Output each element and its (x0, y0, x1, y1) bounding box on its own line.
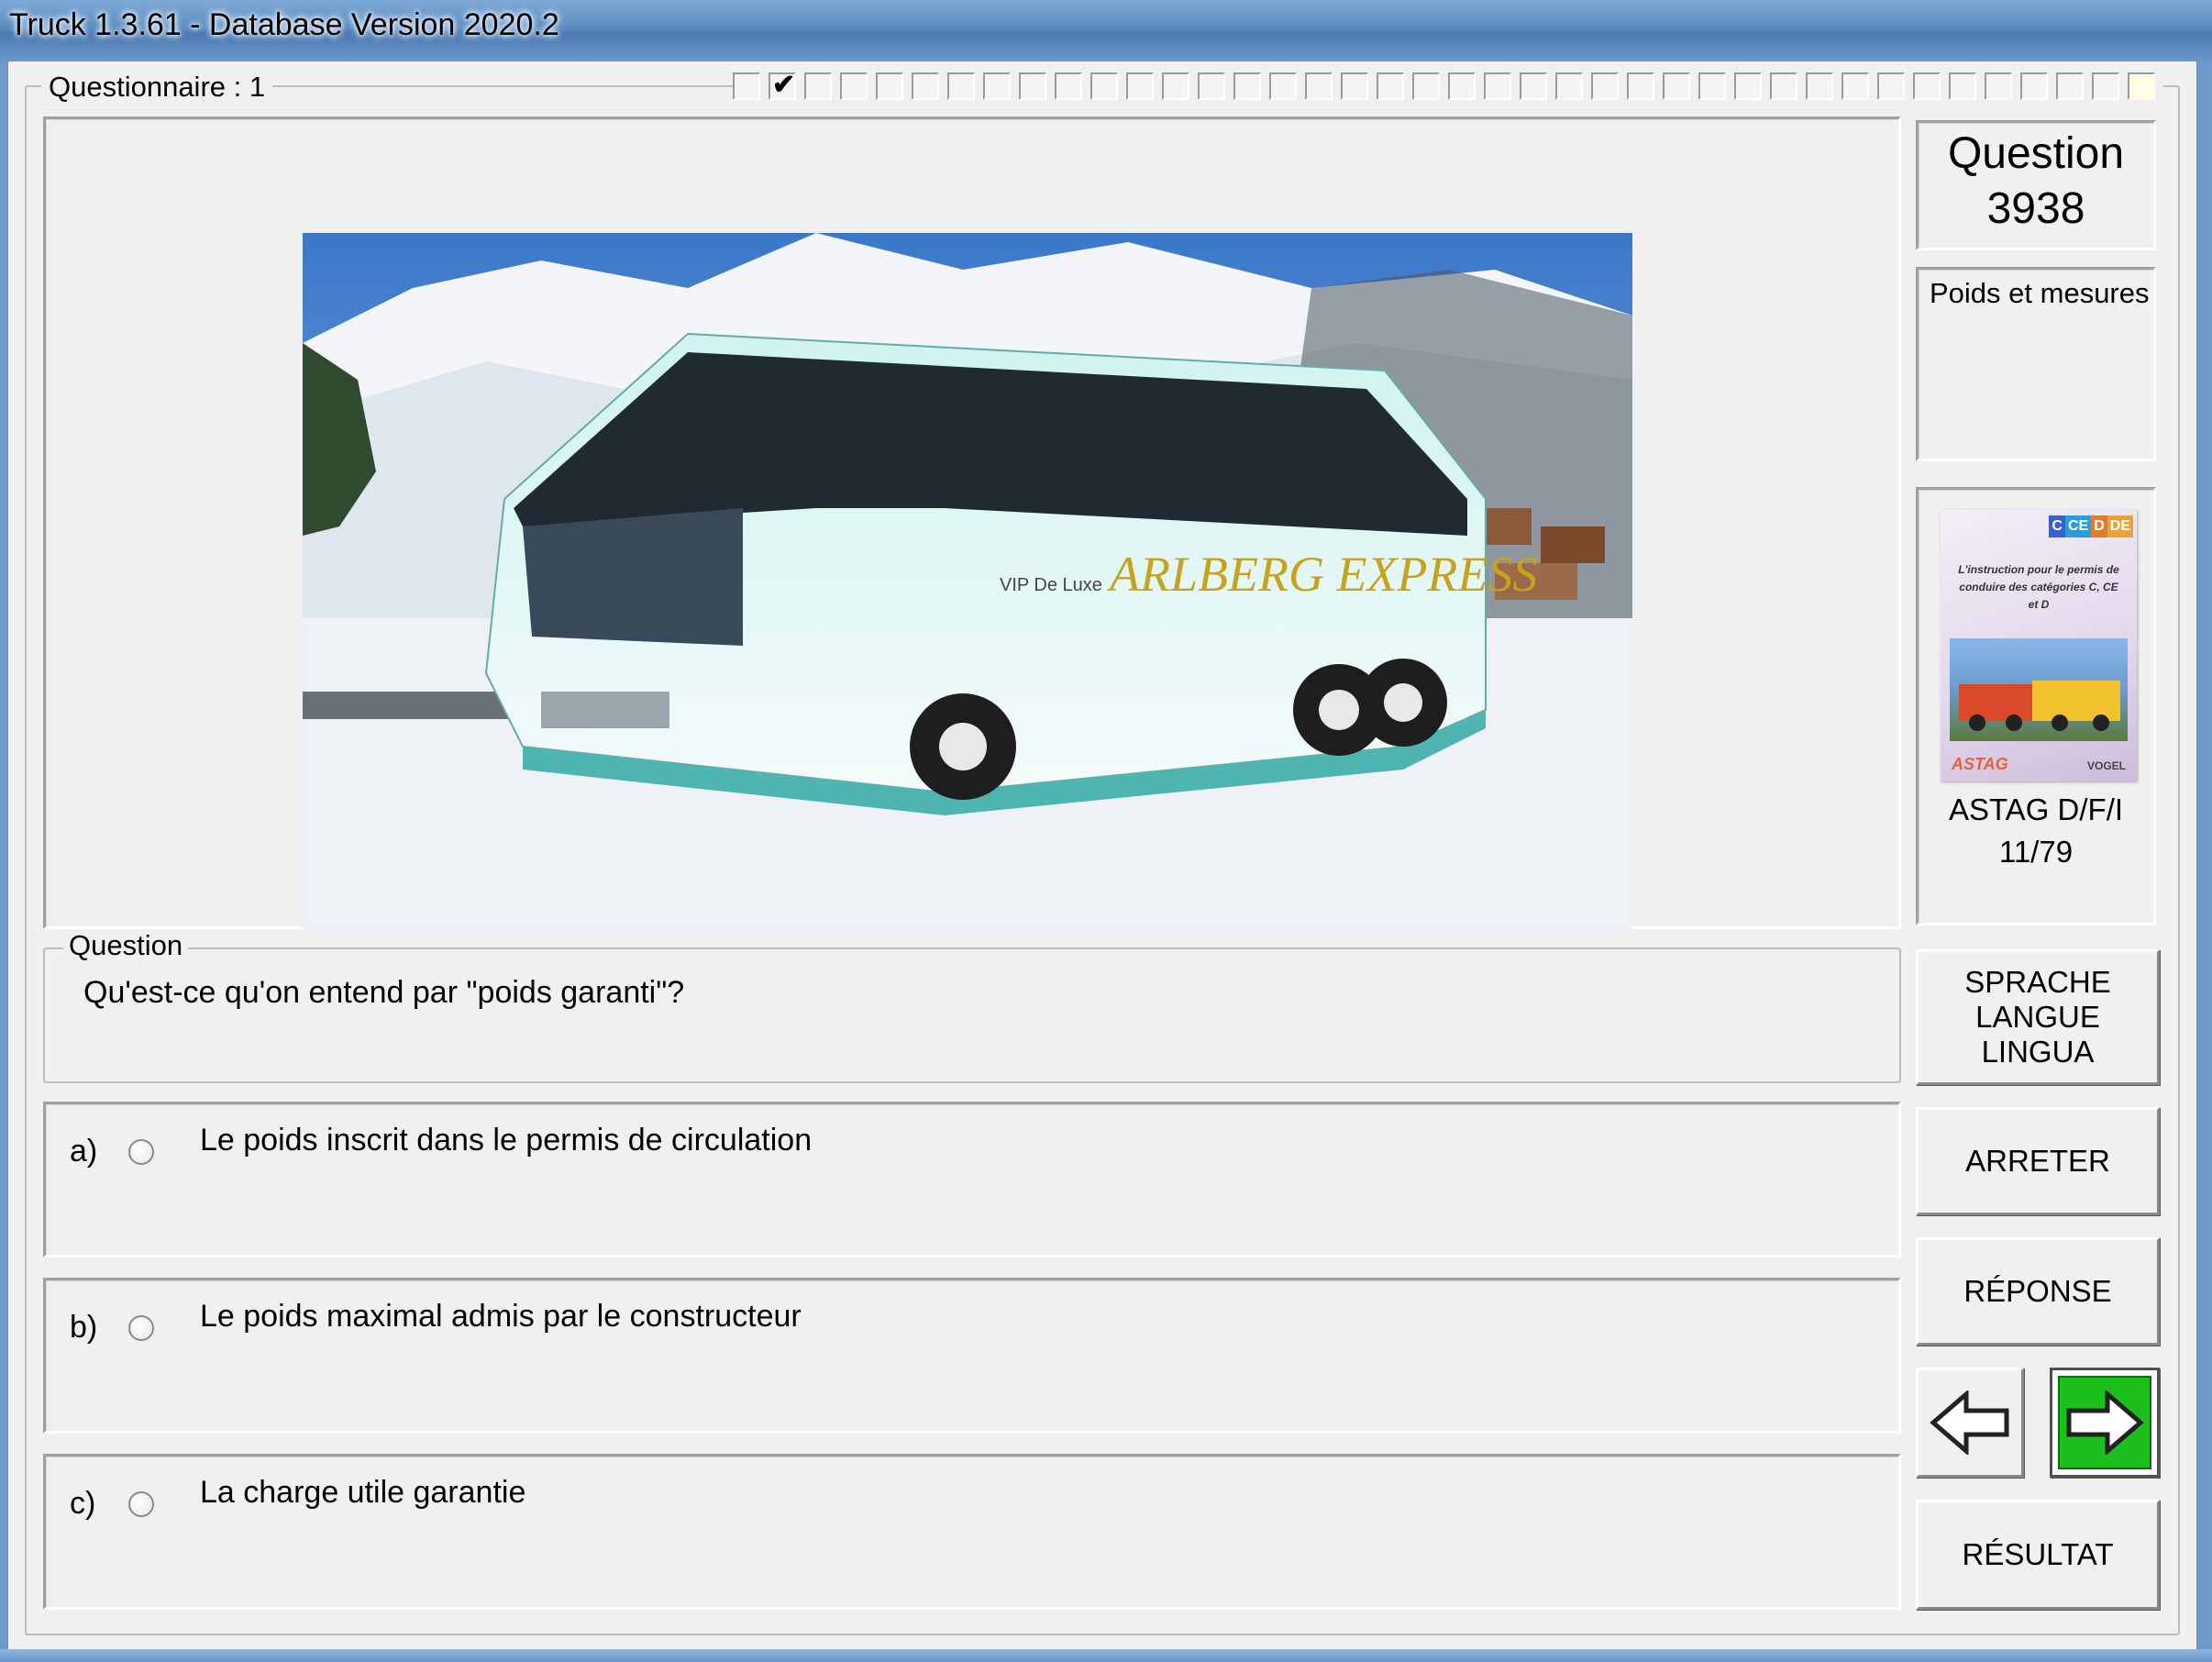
question-number-label: Question (1947, 129, 2125, 178)
previous-button[interactable] (1916, 1368, 2024, 1478)
progress-cell (1341, 72, 1368, 100)
source-book-panel: C CE D DE L'instruction pour le permis de c… (1916, 487, 2156, 925)
progress-cell (1305, 72, 1333, 100)
bus-brand-text: ARLBERG EXPRESS (1107, 547, 1537, 602)
bus-photo: ARLBERG EXPRESS VIP De Luxe (303, 233, 1632, 930)
arrow-left-icon (1930, 1391, 2009, 1455)
progress-cell (983, 72, 1011, 100)
question-number: 3938 (1986, 184, 2085, 233)
progress-cell (1233, 72, 1261, 100)
vogel-logo: VOGEL (2086, 759, 2126, 772)
title-bar: Truck 1.3.61 - Database Version 2020.2 (0, 0, 2212, 61)
window-title: Truck 1.3.61 - Database Version 2020.2 (9, 7, 559, 42)
progress-cell (1162, 72, 1189, 100)
answer-letter: b) (70, 1310, 98, 1345)
stop-button[interactable]: ARRETER (1916, 1107, 2160, 1215)
answer-button[interactable]: RÉPONSE (1916, 1237, 2160, 1346)
license-tag: D (2091, 515, 2107, 537)
category-label: Poids et mesures (1930, 277, 2150, 309)
license-tag: C (2049, 515, 2065, 537)
progress-cell (1698, 72, 1726, 100)
progress-strip: ✔ (733, 70, 2163, 105)
progress-cell (1949, 72, 1976, 100)
progress-cell (1770, 72, 1797, 100)
progress-cell (912, 72, 939, 100)
progress-cell (2056, 72, 2084, 100)
result-label: RÉSULTAT (1962, 1537, 2114, 1571)
answer-c-panel[interactable]: c) La charge utile garantie (43, 1454, 1901, 1610)
language-label-fr: LANGUE (1975, 1000, 2100, 1034)
category-panel: Poids et mesures (1916, 267, 2156, 461)
language-label-it: LINGUA (1981, 1035, 2095, 1069)
language-label-de: SPRACHE (1964, 965, 2111, 999)
progress-cell (1913, 72, 1941, 100)
progress-cell (2092, 72, 2119, 100)
progress-cell (1520, 72, 1547, 100)
book-caption-title: ASTAG D/F/I (1948, 792, 2124, 826)
license-tag: CE (2064, 515, 2092, 537)
answer-label: RÉPONSE (1963, 1274, 2112, 1308)
progress-cell (1555, 72, 1583, 100)
progress-cell (1985, 72, 2012, 100)
progress-cell (2128, 72, 2155, 100)
progress-cell (1734, 72, 1762, 100)
answer-text: Le poids inscrit dans le permis de circu… (200, 1123, 813, 1158)
progress-cell (1448, 72, 1476, 100)
progress-cell (1663, 72, 1690, 100)
progress-cell (1591, 72, 1619, 100)
progress-cell (1198, 72, 1225, 100)
question-group-label: Question (63, 929, 189, 962)
answer-letter: a) (70, 1134, 98, 1169)
bus-subtext: VIP De Luxe (1000, 575, 1102, 595)
astag-logo: ASTAG (1952, 755, 2008, 773)
progress-cell (1019, 72, 1046, 100)
result-button[interactable]: RÉSULTAT (1916, 1500, 2160, 1610)
progress-cell (1412, 72, 1440, 100)
next-button[interactable] (2050, 1368, 2160, 1478)
progress-cell (804, 72, 832, 100)
progress-cell (2020, 72, 2048, 100)
arrow-right-icon (2066, 1391, 2144, 1455)
question-text: Qu'est-ce qu'on entend par "poids garant… (83, 975, 685, 1010)
progress-cell (1841, 72, 1869, 100)
answer-b-panel[interactable]: b) Le poids maximal admis par le constru… (43, 1278, 1901, 1434)
next-button-face (2058, 1376, 2151, 1469)
book-blurb: L'instruction pour le permis de conduire… (1958, 563, 2119, 611)
stop-label: ARRETER (1965, 1144, 2110, 1178)
answer-c-radio[interactable] (128, 1491, 154, 1517)
answer-text: Le poids maximal admis par le constructe… (200, 1299, 802, 1334)
progress-cell (1126, 72, 1154, 100)
book-cover-photo (1950, 638, 2128, 741)
answer-a-panel[interactable]: a) Le poids inscrit dans le permis de ci… (43, 1102, 1901, 1258)
progress-cell (1055, 72, 1082, 100)
progress-cell (733, 72, 760, 100)
answer-a-radio[interactable] (128, 1139, 154, 1165)
progress-cell (1269, 72, 1297, 100)
check-icon: ✔ (772, 70, 796, 100)
book-caption-page: 11/79 (1998, 835, 2074, 869)
progress-cell (947, 72, 975, 100)
progress-cell: ✔ (769, 70, 796, 100)
question-group: Question Qu'est-ce qu'on entend par "poi… (43, 929, 1901, 1083)
book-cover: C CE D DE L'instruction pour le permis de c… (1941, 510, 2137, 781)
progress-cell (840, 72, 868, 100)
questionnaire-label: Questionnaire : 1 (41, 71, 273, 104)
progress-cell (1377, 72, 1404, 100)
progress-cell (1090, 72, 1118, 100)
progress-cell (1806, 72, 1833, 100)
answer-text: La charge utile garantie (200, 1475, 526, 1510)
language-button[interactable]: SPRACHE LANGUE LINGUA (1916, 949, 2160, 1085)
answer-b-radio[interactable] (128, 1315, 154, 1341)
window-bottom-edge (0, 1649, 2212, 1662)
question-number-panel: Question 3938 (1916, 120, 2156, 250)
answer-letter: c) (70, 1486, 96, 1521)
license-category-tags: C CE D DE (2049, 515, 2133, 537)
license-tag: DE (2107, 515, 2133, 537)
question-image-panel: ARLBERG EXPRESS VIP De Luxe (43, 116, 1901, 930)
progress-cell (1877, 72, 1905, 100)
main-window: Questionnaire : 1 ✔ ARLBERG EXPRESS VIP … (7, 61, 2197, 1651)
progress-cell (876, 72, 903, 100)
progress-cell (1627, 72, 1654, 100)
progress-cell (1484, 72, 1511, 100)
